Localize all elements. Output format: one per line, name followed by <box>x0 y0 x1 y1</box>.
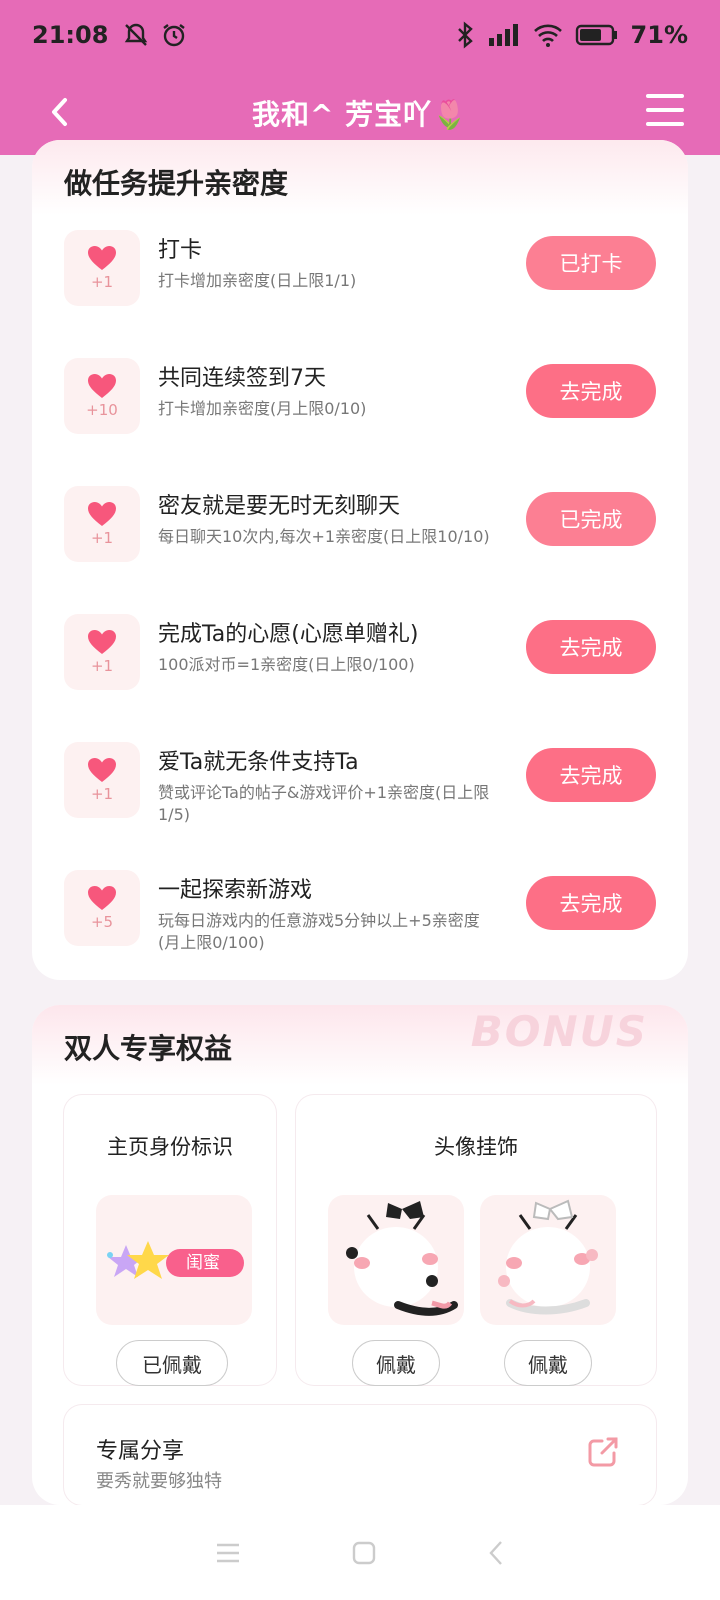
tasks-card-title: 做任务提升亲密度 <box>32 140 688 215</box>
heart-icon <box>88 886 116 910</box>
menu-button[interactable] <box>646 90 684 130</box>
avatar-frame-tile-white[interactable] <box>480 1195 616 1325</box>
black-bow-cat-frame-icon <box>346 1201 458 1316</box>
top-bar: 21:08 71% 我和^ 芳宝吖🌷 <box>0 0 720 155</box>
back-button[interactable] <box>40 88 80 136</box>
task-row: +5 一起探索新游戏玩每日游戏内的任意游戏5分钟以上+5亲密度(月上限0/100)… <box>32 870 688 970</box>
exclusive-share-row[interactable]: 专属分享 要秀就要够独特 <box>64 1405 656 1505</box>
task-title: 一起探索新游戏 <box>158 878 313 903</box>
heart-icon <box>88 758 116 782</box>
task-points-box: +1 <box>64 614 140 690</box>
task-action-button[interactable]: 去完成 <box>526 620 656 674</box>
task-description: 每日聊天10次内,每次+1亲密度(日上限10/10) <box>158 527 490 546</box>
task-row: +10 共同连续签到7天打卡增加亲密度(月上限0/10) 去完成 <box>32 358 688 458</box>
share-title: 专属分享 <box>96 1439 185 1464</box>
identity-wear-button[interactable]: 已佩戴 <box>116 1340 228 1386</box>
task-row: +1 打卡打卡增加亲密度(日上限1/1) 已打卡 <box>32 230 688 330</box>
task-description: 玩每日游戏内的任意游戏5分钟以上+5亲密度(月上限0/100) <box>158 911 480 952</box>
task-points: +1 <box>90 273 114 291</box>
friend-badge-label: 闺蜜 <box>186 1253 220 1273</box>
avatar-frame-title: 头像挂饰 <box>434 1135 518 1159</box>
white-bow-cat-frame-icon <box>498 1199 598 1315</box>
task-description: 打卡增加亲密度(月上限0/10) <box>158 399 367 418</box>
identity-badge-tile[interactable]: 闺蜜 <box>96 1195 252 1325</box>
task-row: +1 爱Ta就无条件支持Ta 赞或评论Ta的帖子&游戏评价+1亲密度(日上限1/5)… <box>32 742 688 842</box>
heart-icon <box>88 374 116 398</box>
task-title: 爱Ta就无条件支持Ta <box>158 750 359 775</box>
task-points: +1 <box>90 785 114 803</box>
task-points: +10 <box>86 401 118 419</box>
avatar-frame-tile-black[interactable] <box>328 1195 464 1325</box>
heart-icon <box>88 630 116 654</box>
chevron-left-icon <box>52 98 67 126</box>
friend-badge-icon <box>107 1241 244 1279</box>
status-bar: 21:08 71% <box>0 0 720 70</box>
task-title: 密友就是要无时无刻聊天 <box>158 494 401 519</box>
task-points-box: +10 <box>64 358 140 434</box>
heart-icon <box>88 502 116 526</box>
menu-icon <box>646 94 684 98</box>
task-points-box: +1 <box>64 742 140 818</box>
benefits-card: 双人专享权益 BONUS 主页身份标识 闺蜜 已佩戴 头像挂饰 佩戴 佩戴 专属… <box>32 1005 688 1505</box>
signal-icon <box>488 24 518 46</box>
task-title: 打卡 <box>158 238 203 263</box>
battery-icon <box>575 24 617 46</box>
task-points-box: +5 <box>64 870 140 946</box>
home-button[interactable] <box>351 1540 377 1566</box>
task-points: +1 <box>90 529 114 547</box>
bonus-watermark: BONUS <box>470 1007 648 1056</box>
avatar-frame-panel: 头像挂饰 佩戴 佩戴 <box>296 1095 656 1386</box>
task-row: +1 完成Ta的心愿(心愿单赠礼) 100派对币=1亲密度(日上限0/100) 去完成 <box>32 614 688 714</box>
task-action-button[interactable]: 去完成 <box>526 876 656 930</box>
avatar-frame-wear-button-2[interactable]: 佩戴 <box>504 1340 592 1386</box>
chevron-left-icon <box>489 1540 502 1565</box>
task-points-box: +1 <box>64 230 140 306</box>
task-description: 赞或评论Ta的帖子&游戏评价+1亲密度(日上限1/5) <box>158 783 490 824</box>
identity-panel: 主页身份标识 闺蜜 已佩戴 <box>64 1095 276 1386</box>
task-action-button[interactable]: 去完成 <box>526 748 656 802</box>
benefits-card-title: 双人专享权益 <box>64 1032 233 1065</box>
status-time: 21:08 <box>32 21 109 49</box>
page-title: 我和^ 芳宝吖🌷 <box>251 97 469 131</box>
task-action-button[interactable]: 已打卡 <box>526 236 656 290</box>
task-description: 打卡增加亲密度(日上限1/1) <box>158 271 357 290</box>
heart-icon <box>88 246 116 270</box>
task-action-button[interactable]: 已完成 <box>526 492 656 546</box>
square-home-icon <box>352 1541 376 1564</box>
task-title: 共同连续签到7天 <box>158 366 326 391</box>
mute-bell-icon <box>125 23 148 46</box>
recent-apps-button[interactable] <box>215 1542 241 1564</box>
bluetooth-icon <box>457 21 473 49</box>
task-description: 100派对币=1亲密度(日上限0/100) <box>158 655 415 674</box>
system-back-button[interactable] <box>487 1539 505 1567</box>
task-points-box: +1 <box>64 486 140 562</box>
task-points: +1 <box>90 657 114 675</box>
task-row: +1 密友就是要无时无刻聊天每日聊天10次内,每次+1亲密度(日上限10/10) 已… <box>32 486 688 586</box>
alarm-clock-icon <box>163 24 186 47</box>
wifi-icon <box>533 24 562 47</box>
menu-lines-icon <box>217 1543 239 1562</box>
task-action-button[interactable]: 去完成 <box>526 364 656 418</box>
task-title: 完成Ta的心愿(心愿单赠礼) <box>158 622 419 647</box>
task-points: +5 <box>90 913 114 931</box>
battery-percent: 71% <box>630 21 688 49</box>
identity-title: 主页身份标识 <box>107 1135 233 1159</box>
tasks-card: 做任务提升亲密度 +1 打卡打卡增加亲密度(日上限1/1) 已打卡 +10 共同连续签到… <box>32 140 688 980</box>
system-nav-bar <box>0 1505 720 1600</box>
avatar-frame-wear-button-1[interactable]: 佩戴 <box>352 1340 440 1386</box>
share-icon <box>588 1437 618 1467</box>
share-subtitle: 要秀就要够独特 <box>96 1471 222 1492</box>
